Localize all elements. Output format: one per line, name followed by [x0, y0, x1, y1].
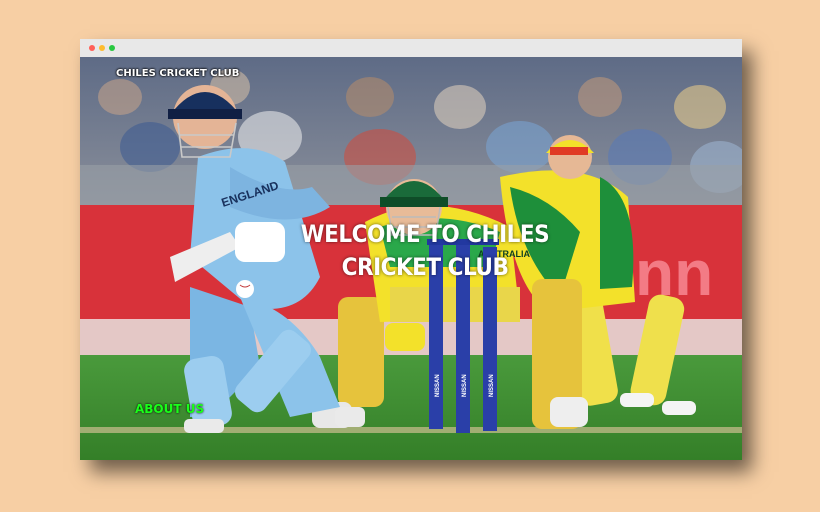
stump-text: NISSAN — [435, 374, 441, 397]
browser-titlebar — [80, 39, 742, 57]
stump-text: NISSAN — [462, 374, 468, 397]
cricket-ball — [236, 280, 254, 298]
hero-headline: WELCOME TO CHILES CRICKET CLUB — [300, 220, 550, 281]
close-dot-icon[interactable] — [89, 45, 95, 51]
batting-gloves — [235, 222, 285, 262]
stump-text: NISSAN — [489, 374, 495, 397]
nav-link-about-us[interactable]: ABOUT US — [135, 402, 204, 416]
maximize-dot-icon[interactable] — [109, 45, 115, 51]
hero-section: nn AUSTRALIA NISSAN NISSAN NISSAN ENGLAN… — [80, 57, 742, 460]
browser-window: nn AUSTRALIA NISSAN NISSAN NISSAN ENGLAN… — [80, 39, 742, 460]
site-logo-text[interactable]: CHILES CRICKET CLUB — [116, 68, 239, 79]
minimize-dot-icon[interactable] — [99, 45, 105, 51]
